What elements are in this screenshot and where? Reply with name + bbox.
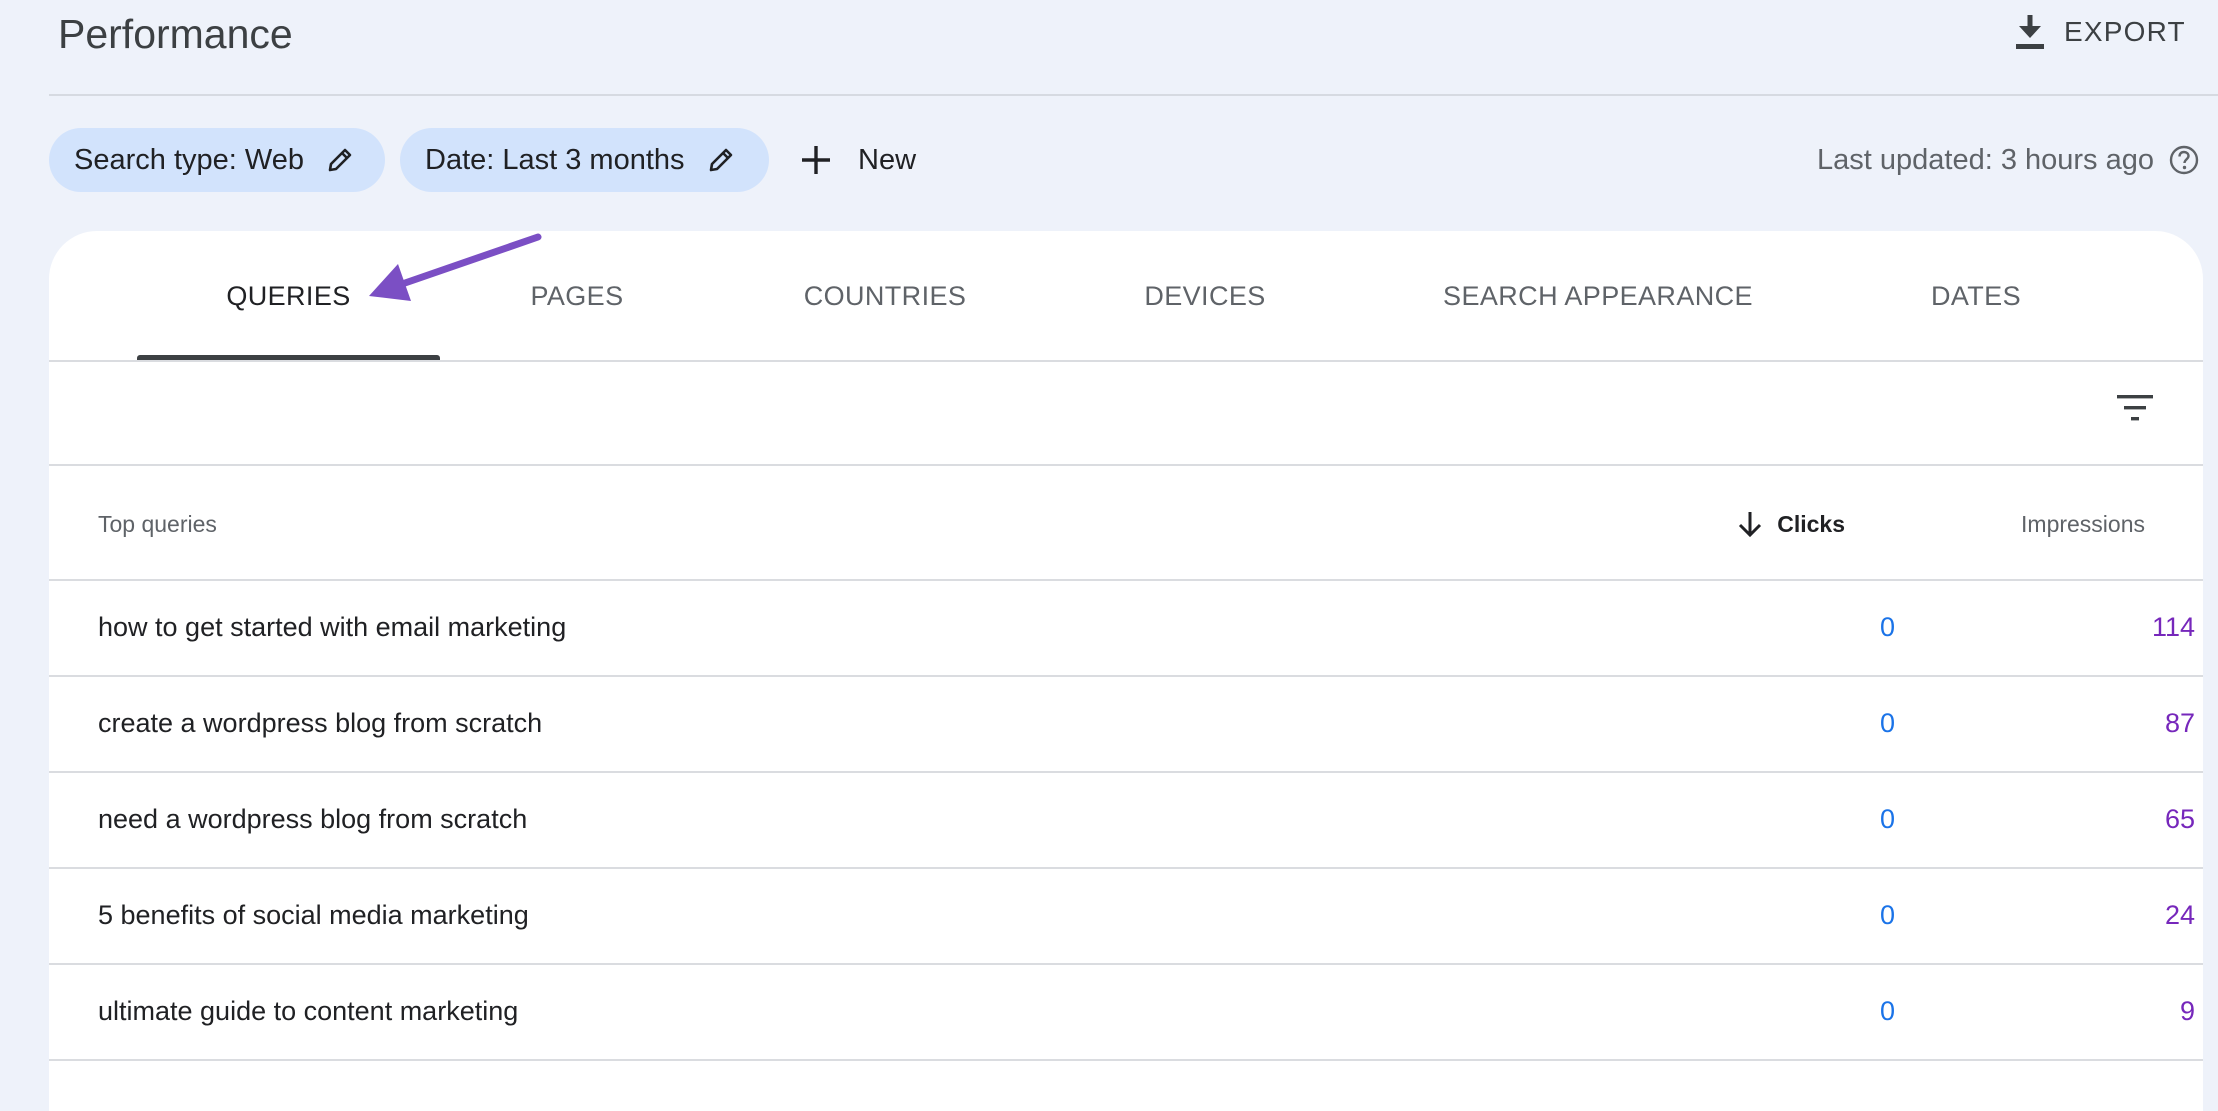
query-cell: ultimate guide to content marketing (98, 995, 519, 1026)
impressions-cell: 24 (2164, 899, 2195, 930)
table-row[interactable]: create a wordpress blog from scratch 0 8… (49, 676, 2203, 770)
tab-countries[interactable]: COUNTRIES (770, 250, 1000, 342)
table-row[interactable]: ultimate guide to content marketing 0 9 (49, 964, 2203, 1058)
tab-search-appearance[interactable]: SEARCH APPEARANCE (1420, 250, 1776, 342)
search-type-label: Search type: Web (74, 143, 304, 176)
tab-devices[interactable]: DEVICES (1110, 250, 1300, 342)
new-filter-button[interactable]: New (796, 128, 936, 192)
table-row[interactable]: how to get started with email marketing … (49, 580, 2203, 674)
table-row[interactable]: 5 benefits of social media marketing 0 2… (49, 868, 2203, 962)
tab-queries[interactable]: QUERIES (137, 250, 440, 342)
tab-pages[interactable]: PAGES (490, 250, 664, 342)
export-label: EXPORT (2064, 16, 2186, 47)
tab-dates[interactable]: DATES (1898, 250, 2054, 342)
filter-list-icon[interactable] (2110, 388, 2160, 428)
query-cell: how to get started with email marketing (98, 611, 567, 642)
plus-icon (796, 140, 836, 180)
column-header-query: Top queries (98, 510, 217, 537)
clicks-header-label: Clicks (1777, 510, 1845, 537)
export-button[interactable]: EXPORT (2010, 6, 2210, 58)
column-header-clicks[interactable]: Clicks (1735, 500, 1845, 548)
header-divider (49, 94, 2218, 96)
arrow-down-icon (1737, 509, 1767, 539)
clicks-cell: 0 (1879, 899, 1895, 930)
search-type-chip[interactable]: Search type: Web (49, 128, 385, 192)
clicks-cell: 0 (1879, 707, 1895, 738)
date-chip[interactable]: Date: Last 3 months (400, 128, 769, 192)
clicks-cell: 0 (1879, 611, 1895, 642)
impressions-cell: 114 (2151, 611, 2195, 642)
date-label: Date: Last 3 months (425, 143, 685, 176)
tabs-divider (49, 360, 2203, 362)
toolbar-divider (49, 464, 2203, 466)
download-icon (2010, 10, 2050, 54)
query-cell: need a wordpress blog from scratch (98, 803, 528, 834)
help-circle-icon[interactable] (2168, 144, 2200, 176)
query-cell: 5 benefits of social media marketing (98, 899, 529, 930)
clicks-cell: 0 (1879, 803, 1895, 834)
last-updated-text: Last updated: 3 hours ago (1817, 143, 2154, 176)
clicks-cell: 0 (1879, 995, 1895, 1026)
table-row[interactable]: need a wordpress blog from scratch 0 65 (49, 772, 2203, 866)
impressions-cell: 87 (2164, 707, 2195, 738)
last-updated: Last updated: 3 hours ago (1760, 128, 2200, 192)
query-cell: create a wordpress blog from scratch (98, 707, 543, 738)
column-header-impressions[interactable]: Impressions (1960, 500, 2145, 548)
impressions-cell: 65 (2164, 803, 2195, 834)
pencil-icon (326, 145, 356, 175)
new-label: New (858, 143, 917, 176)
row-divider (49, 1059, 2203, 1061)
page-title: Performance (58, 11, 293, 57)
impressions-cell: 9 (2179, 995, 2195, 1026)
pencil-icon (707, 145, 737, 175)
